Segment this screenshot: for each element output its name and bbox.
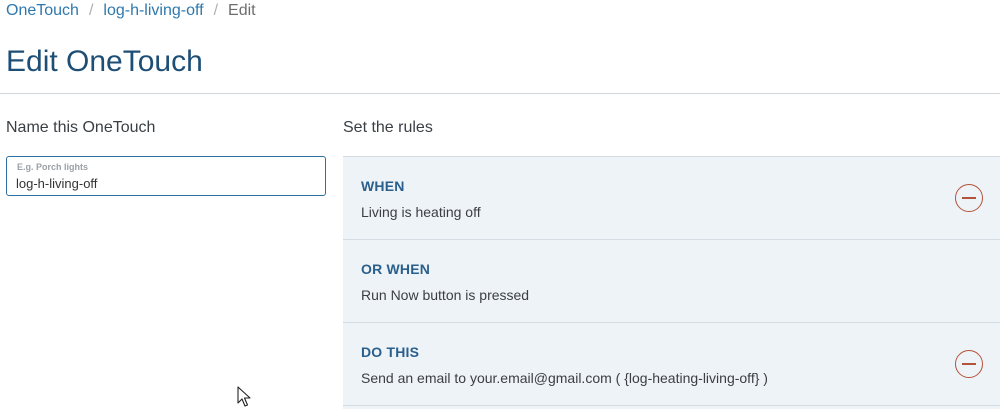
rule-description: Living is heating off — [361, 204, 481, 220]
title-divider — [0, 93, 1000, 94]
rule-label: DO THIS — [361, 344, 420, 360]
breadcrumb: OneTouch / log-h-living-off / Edit — [6, 0, 256, 22]
breadcrumb-separator: / — [213, 2, 219, 19]
remove-rule-when-button[interactable] — [955, 184, 983, 212]
rule-description: Run Now button is pressed — [361, 287, 530, 303]
rule-when[interactable]: WHEN Living is heating off — [343, 157, 1000, 240]
breadcrumb-separator: / — [88, 2, 94, 19]
onetouch-name-field[interactable]: E.g. Porch lights — [6, 156, 326, 196]
breadcrumb-link-onetouch[interactable]: OneTouch — [6, 2, 79, 20]
rules-section-heading: Set the rules — [343, 119, 433, 136]
page-title: Edit OneTouch — [6, 45, 203, 78]
rule-label: OR WHEN — [361, 261, 431, 277]
breadcrumb-current: Edit — [228, 2, 256, 19]
breadcrumb-link-item[interactable]: log-h-living-off — [103, 2, 203, 20]
rules-panel: WHEN Living is heating off OR WHEN Run N… — [343, 156, 1000, 409]
rule-label: WHEN — [361, 178, 405, 194]
onetouch-name-input[interactable] — [16, 174, 316, 192]
name-section-heading: Name this OneTouch — [6, 119, 156, 136]
rule-description: Send an email to your.email@gmail.com ( … — [361, 370, 768, 386]
rule-do-this[interactable]: DO THIS Send an email to your.email@gmai… — [343, 323, 1000, 406]
remove-rule-do-this-button[interactable] — [955, 350, 983, 378]
rule-or-when[interactable]: OR WHEN Run Now button is pressed — [343, 240, 1000, 323]
onetouch-name-field-label: E.g. Porch lights — [17, 162, 89, 172]
mouse-pointer-icon — [237, 386, 251, 407]
